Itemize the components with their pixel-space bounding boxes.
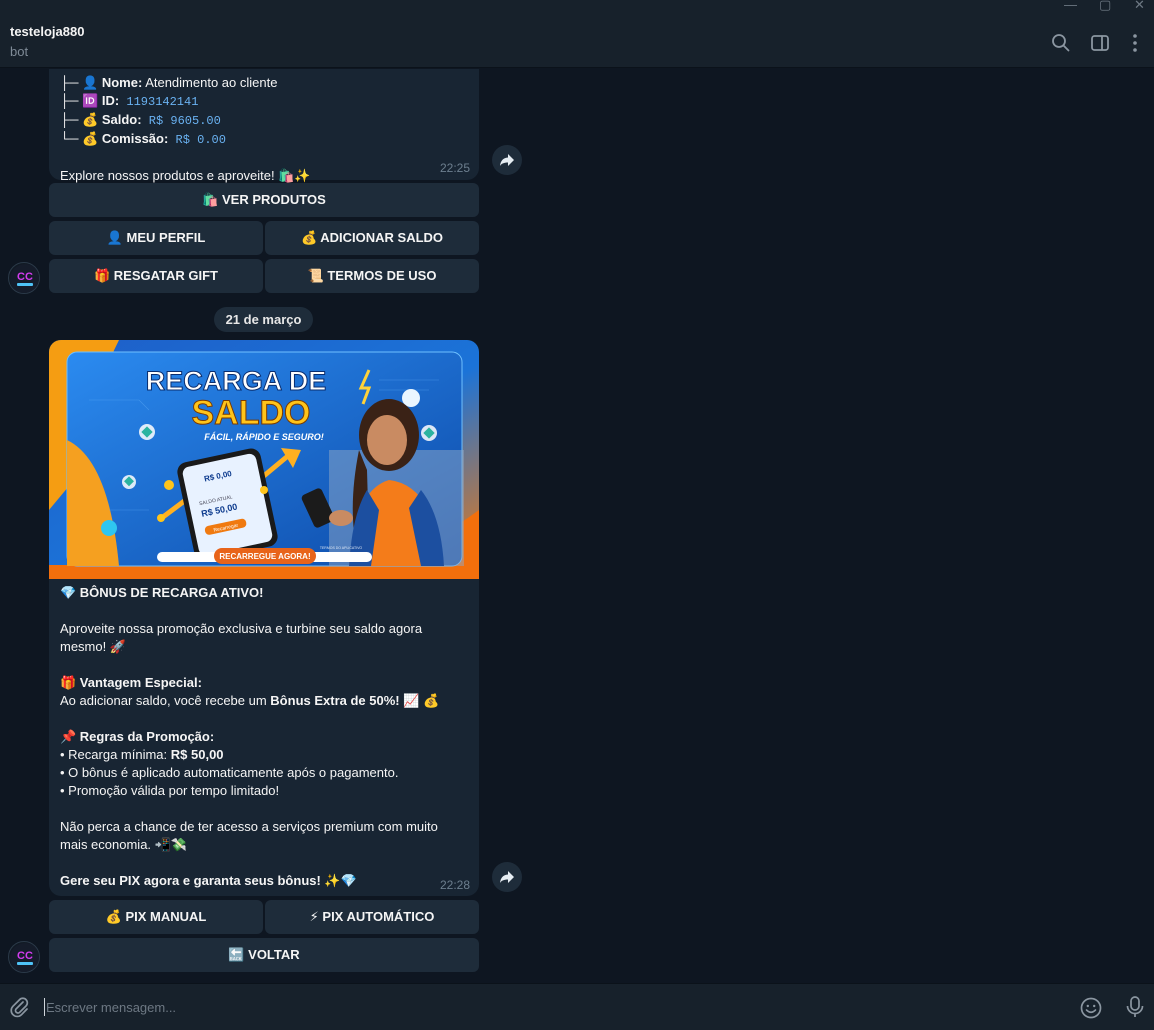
ver-produtos-button[interactable]: 🛍️ VER PRODUTOS [49,183,479,217]
forward-icon [500,871,514,883]
termos-de-uso-button[interactable]: 📜 TERMOS DE USO [265,259,479,293]
minimize-button[interactable]: — [1064,0,1077,12]
maximize-button[interactable]: ▢ [1099,0,1111,13]
resgatar-gift-button[interactable]: 🎁 RESGATAR GIFT [49,259,263,293]
promo-outro-line1: Não perca a chance de ter acesso a servi… [60,819,438,834]
vantagem-title: 🎁 Vantagem Especial: [60,675,202,690]
window-titlebar: — ▢ ✕ [0,0,1154,14]
message-time: 22:25 [439,161,470,175]
voltar-button[interactable]: 🔙 VOLTAR [49,938,479,972]
regra-item-2: • O bônus é aplicado automaticamente apó… [60,765,399,780]
microphone-icon[interactable] [1124,995,1146,1024]
profile-line-id: ├─ 🆔 ID: 1193142141 [60,93,199,109]
regras-title: 📌 Regras da Promoção: [60,729,215,744]
banner-cta: RECARREGUE AGORA! [219,552,310,561]
forward-icon [500,154,514,166]
promo-banner-image[interactable]: RECARGA DE SALDO FÁCIL, RÁPIDO E SEGURO!… [49,340,479,579]
pix-automatico-button[interactable]: ⚡ PIX AUTOMÁTICO [265,900,479,934]
regra-item-1: • Recarga mínima: R$ 50,00 [60,747,224,762]
date-separator: 21 de março [214,307,313,332]
message-input[interactable] [46,994,1046,1020]
promo-intro-line1: Aproveite nossa promoção exclusiva e tur… [60,621,423,636]
chat-header[interactable]: testeloja880 bot [0,14,1154,68]
svg-text:CC: CC [17,950,33,962]
profile-message: ├─ 👤 Nome: Atendimento ao cliente ├─ 🆔 I… [49,69,479,183]
promo-closing: Gere seu PIX agora e garanta seus bônus!… [60,873,357,888]
svg-text:CC: CC [17,271,33,283]
meu-perfil-button[interactable]: 👤 MEU PERFIL [49,221,263,255]
chat-status: bot [10,44,29,59]
more-options-icon[interactable] [1124,32,1146,54]
chat-history[interactable]: ├─ 👤 Nome: Atendimento ao cliente ├─ 🆔 I… [0,69,1154,983]
close-window-button[interactable]: ✕ [1134,0,1145,13]
bot-avatar[interactable]: CC [8,262,40,294]
promo-message: RECARGA DE SALDO FÁCIL, RÁPIDO E SEGURO!… [49,340,479,896]
adicionar-saldo-button[interactable]: 💰 ADICIONAR SALDO [265,221,479,255]
sidebar-toggle-icon[interactable] [1089,32,1111,54]
banner-fine-print: TERMOS DO APLICATIVO [320,546,363,550]
text-cursor [44,998,45,1016]
search-icon[interactable] [1050,32,1072,54]
pix-manual-button[interactable]: 💰 PIX MANUAL [49,900,263,934]
forward-button[interactable] [492,145,522,175]
profile-line-saldo: ├─ 💰 Saldo: R$ 9605.00 [60,112,221,128]
banner-headline-2: SALDO [192,394,311,432]
chat-title: testeloja880 [10,24,85,39]
regra-item-3: • Promoção válida por tempo limitado! [60,783,280,798]
attach-icon[interactable] [8,996,30,1023]
profile-line-comissao: └─ 💰 Comissão: R$ 0.00 [60,131,226,147]
vantagem-text: Ao adicionar saldo, você recebe um Bônus… [60,693,440,708]
promo-intro-line2: mesmo! 🚀 [60,639,127,654]
profile-line-name: ├─ 👤 Nome: Atendimento ao cliente [60,75,278,90]
banner-headline-1: RECARGA DE [146,366,327,396]
message-time: 22:28 [439,878,470,892]
bot-avatar[interactable]: CC [8,941,40,973]
message-composer [0,983,1154,1030]
emoji-icon[interactable] [1079,996,1103,1025]
promo-title: 💎 BÔNUS DE RECARGA ATIVO! [60,585,264,600]
promo-outro-line2: mais economia. 📲💸 [60,837,188,852]
banner-tagline: FÁCIL, RÁPIDO E SEGURO! [204,432,324,442]
forward-button[interactable] [492,862,522,892]
